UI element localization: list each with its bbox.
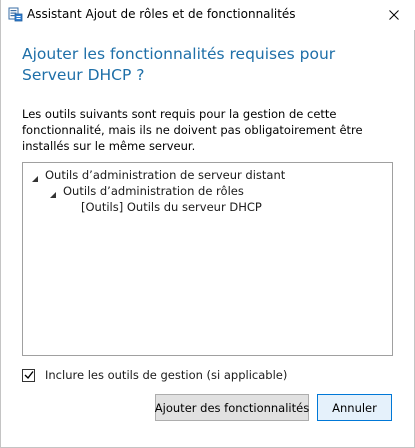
expand-triangle-icon[interactable] bbox=[31, 171, 39, 182]
dialog-window: Assistant Ajout de rôles et de fonctionn… bbox=[0, 0, 415, 448]
tree-item-remote-admin-tools[interactable]: Outils d’administration de serveur dista… bbox=[23, 167, 392, 183]
tree-item-role-admin-tools[interactable]: Outils d’administration de rôles bbox=[23, 183, 392, 199]
dialog-heading: Ajouter les fonctionnalités requises pou… bbox=[22, 45, 336, 84]
tree-item-label: Outils d’administration de rôles bbox=[63, 184, 244, 198]
close-icon bbox=[389, 10, 399, 20]
include-management-tools-option[interactable]: Inclure les outils de gestion (si applic… bbox=[22, 367, 287, 383]
expand-triangle-icon[interactable] bbox=[49, 187, 57, 198]
cancel-button[interactable]: Annuler bbox=[317, 394, 392, 421]
dialog-description: Les outils suivants sont requis pour la … bbox=[22, 107, 363, 153]
required-tools-tree[interactable]: Outils d’administration de serveur dista… bbox=[22, 162, 393, 356]
checkmark-icon bbox=[24, 371, 34, 380]
tree-item-label: Outils d’administration de serveur dista… bbox=[45, 168, 286, 182]
title-bar[interactable]: Assistant Ajout de rôles et de fonctionn… bbox=[1, 0, 415, 30]
checkbox-label: Inclure les outils de gestion (si applic… bbox=[45, 368, 288, 382]
tree-item-dhcp-server-tools[interactable]: [Outils] Outils du serveur DHCP bbox=[23, 199, 392, 215]
close-button[interactable] bbox=[372, 0, 415, 30]
tree-item-label: [Outils] Outils du serveur DHCP bbox=[81, 200, 262, 214]
server-manager-icon bbox=[7, 6, 23, 22]
window-title: Assistant Ajout de rôles et de fonctionn… bbox=[27, 7, 296, 21]
include-management-tools-checkbox[interactable] bbox=[22, 368, 35, 382]
add-features-button[interactable]: Ajouter des fonctionnalités bbox=[155, 394, 309, 421]
